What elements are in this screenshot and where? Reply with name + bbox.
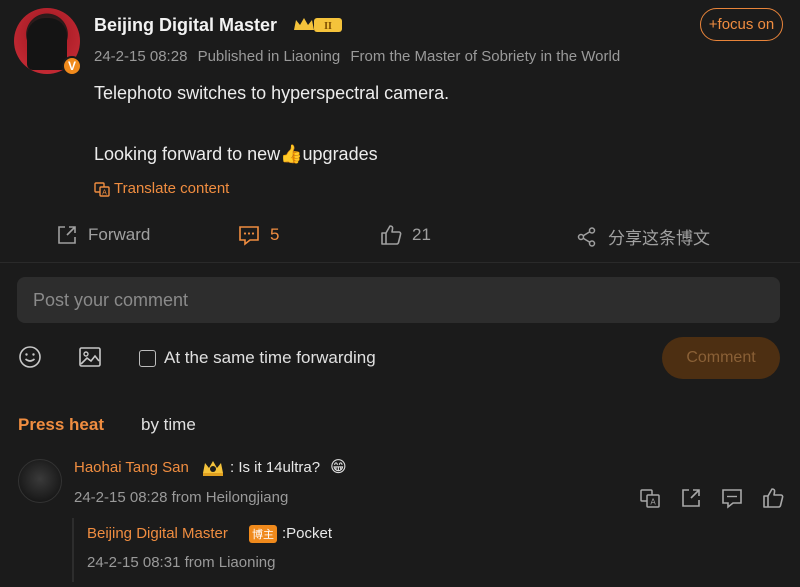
comment-count: 5 (270, 225, 280, 244)
comment-icon (239, 226, 259, 246)
thumbs-up-emoji: 👍 (280, 144, 303, 164)
share-icon (577, 226, 596, 247)
reply-author[interactable]: Beijing Digital Master (87, 525, 228, 542)
grin-emoji: 😁 (330, 459, 347, 476)
reply-meta: 24-2-15 08:31 from Liaoning (87, 554, 276, 571)
post-source: From the Master of Sobriety in the World (350, 48, 621, 65)
comment-icon[interactable] (721, 487, 743, 509)
forward-icon[interactable] (680, 487, 702, 509)
forward-label: Forward (88, 225, 151, 244)
svg-text:A: A (650, 498, 656, 507)
avatar-figure (27, 18, 67, 70)
like-icon[interactable] (762, 487, 784, 509)
svg-text:II: II (324, 21, 332, 32)
forward-icon (58, 226, 76, 244)
forward-checkbox-label: At the same time forwarding (164, 348, 376, 367)
reply-text: :Pocket (282, 525, 333, 542)
forward-checkbox[interactable]: At the same time forwarding (139, 348, 376, 368)
author-avatar[interactable]: V (14, 8, 82, 76)
post-text-post: upgrades (302, 144, 378, 164)
post-text-pre: Looking forward to new (94, 144, 281, 164)
post-author-name[interactable]: Beijing Digital Master (94, 15, 277, 36)
comment-tools: A (639, 487, 784, 509)
comment-text: : Is it 14ultra? (230, 459, 321, 476)
like-icon (381, 225, 402, 245)
post-time[interactable]: 24-2-15 08:28 (94, 48, 187, 65)
translate-icon[interactable]: A (639, 487, 661, 509)
post-meta: 24-2-15 08:28 Published in Liaoning From… (94, 48, 626, 65)
checkbox-icon[interactable] (139, 349, 156, 367)
forward-button[interactable]: Forward (56, 224, 150, 246)
post-text-line-2: Looking forward to new👍upgrades (94, 144, 378, 165)
comment-meta: 24-2-15 08:28 from Heilongjiang (74, 489, 289, 506)
image-icon[interactable] (77, 344, 103, 370)
translate-label: Translate content (114, 180, 230, 197)
crown-level-icon: II (294, 18, 342, 32)
crown-level-icon (203, 461, 223, 476)
comment-button[interactable]: 5 (238, 224, 279, 246)
tab-press-heat[interactable]: Press heat (18, 415, 104, 435)
like-button[interactable]: 21 (380, 224, 431, 246)
section-divider (0, 262, 800, 263)
svg-text:A: A (102, 189, 107, 196)
commenter-avatar[interactable] (18, 459, 62, 503)
emoji-icon[interactable] (17, 344, 43, 370)
like-count: 21 (412, 225, 431, 244)
comment-author[interactable]: Haohai Tang San (74, 459, 189, 476)
share-label: 分享这条博文 (608, 229, 710, 248)
submit-comment-button[interactable]: Comment (662, 337, 780, 379)
post-text-line-1: Telephoto switches to hyperspectral came… (94, 83, 450, 103)
verified-v-icon: V (62, 56, 82, 76)
reply-thread-line (72, 518, 74, 582)
follow-button[interactable]: +focus on (700, 8, 783, 41)
share-button[interactable]: 分享这条博文 (576, 224, 710, 249)
blogger-badge: 博主 (249, 525, 277, 543)
translate-icon: A (94, 181, 110, 197)
post-location: Published in Liaoning (197, 48, 341, 65)
comment-input[interactable] (17, 277, 780, 323)
translate-link[interactable]: A Translate content (94, 180, 229, 197)
tab-by-time[interactable]: by time (141, 415, 196, 435)
